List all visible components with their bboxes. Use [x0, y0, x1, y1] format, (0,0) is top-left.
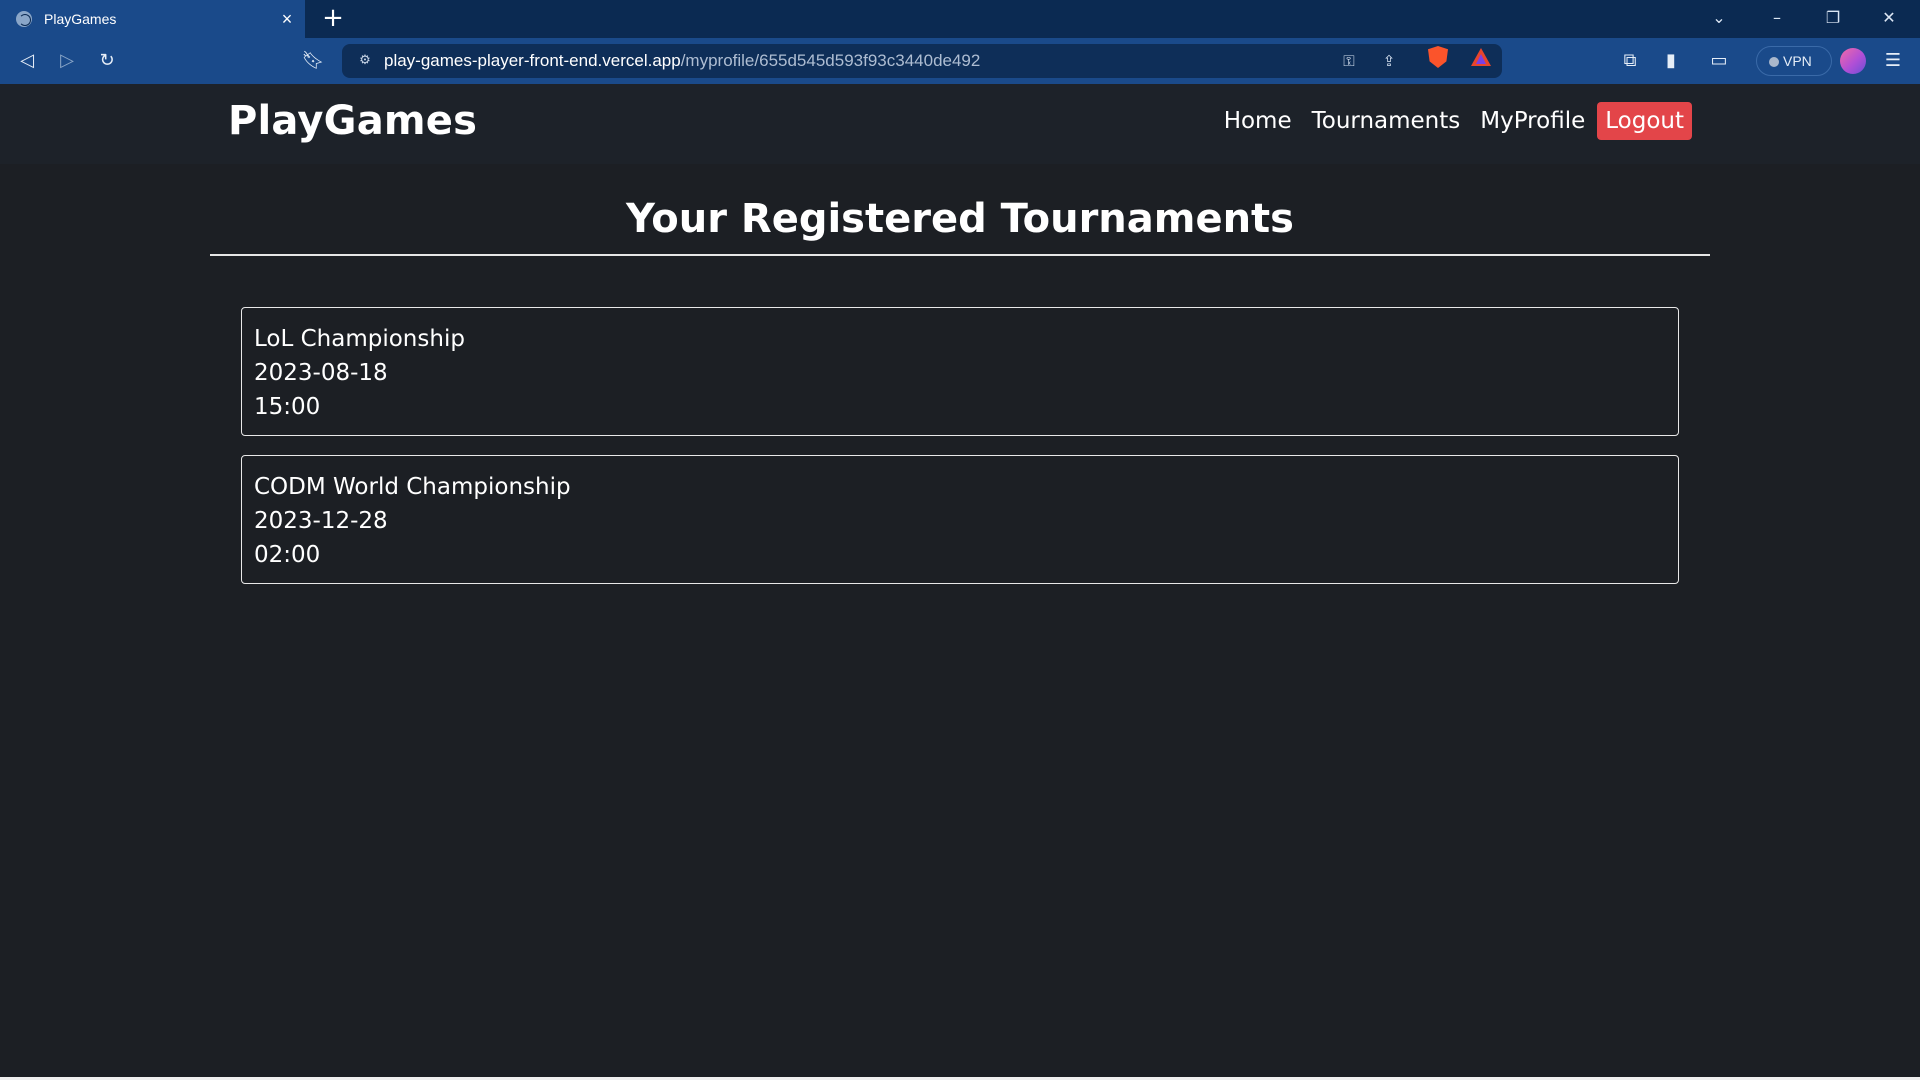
brand-logo[interactable]: PlayGames [228, 98, 477, 144]
menu-icon[interactable]: ☰ [1880, 48, 1906, 74]
tournament-date: 2023-12-28 [254, 508, 388, 534]
url-path: /myprofile/655d545d593f93c3440de492 [680, 51, 981, 70]
wallet-icon[interactable]: ▭ [1706, 48, 1732, 74]
vpn-label: VPN [1783, 53, 1812, 69]
forward-icon[interactable]: ▷ [54, 48, 80, 74]
tournament-name: LoL Championship [254, 326, 465, 352]
reload-icon[interactable]: ↻ [94, 48, 120, 74]
tournament-time: 15:00 [254, 394, 321, 420]
browser-tab-strip: PlayGames × + ⌄ – ❐ ✕ [0, 0, 1920, 38]
minimize-icon[interactable]: – [1762, 5, 1792, 31]
tab-title: PlayGames [44, 11, 117, 27]
url-text[interactable]: play-games-player-front-end.vercel.app/m… [384, 44, 980, 78]
vpn-button[interactable]: VPN [1756, 46, 1832, 76]
site-header: PlayGames Home Tournaments MyProfile Log… [0, 84, 1920, 164]
globe-icon [16, 11, 32, 27]
browser-toolbar: ◁ ▷ ↻ 🔖︎ ⚙ play-games-player-front-end.v… [0, 38, 1920, 84]
tournament-name: CODM World Championship [254, 474, 571, 500]
key-icon[interactable]: ⚿ [1337, 49, 1361, 73]
new-tab-button[interactable]: + [320, 5, 346, 31]
address-bar[interactable]: ⚙ play-games-player-front-end.vercel.app… [342, 44, 1502, 78]
back-icon[interactable]: ◁ [14, 48, 40, 74]
bookmark-icon[interactable]: 🔖︎ [300, 48, 326, 74]
site-info-icon[interactable]: ⚙ [356, 52, 374, 70]
close-tab-icon[interactable]: × [277, 9, 297, 29]
close-window-icon[interactable]: ✕ [1874, 5, 1904, 31]
vpn-status-icon [1769, 57, 1779, 67]
page-title: Your Registered Tournaments [626, 196, 1294, 242]
tournament-time: 02:00 [254, 542, 321, 568]
brave-rewards-icon[interactable] [1470, 47, 1492, 67]
url-host: play-games-player-front-end.vercel.app [384, 51, 681, 70]
restore-icon[interactable]: ❐ [1818, 5, 1848, 31]
main-nav: Home Tournaments MyProfile Logout [1204, 102, 1692, 140]
tournament-date: 2023-08-18 [254, 360, 388, 386]
sidebar-icon[interactable]: ▮ [1658, 48, 1684, 74]
nav-home-link[interactable]: Home [1224, 108, 1292, 134]
tournament-card[interactable]: LoL Championship 2023-08-18 15:00 [241, 307, 1679, 436]
title-divider [210, 254, 1710, 256]
extensions-icon[interactable]: ⧉ [1617, 48, 1643, 74]
nav-myprofile-link[interactable]: MyProfile [1480, 108, 1585, 134]
profile-avatar[interactable] [1840, 48, 1866, 74]
logout-button[interactable]: Logout [1597, 102, 1692, 140]
tab-list-chevron-icon[interactable]: ⌄ [1704, 5, 1734, 31]
share-icon[interactable]: ⇪ [1377, 49, 1401, 73]
tournament-card[interactable]: CODM World Championship 2023-12-28 02:00 [241, 455, 1679, 584]
browser-tab[interactable]: PlayGames × [0, 0, 305, 38]
nav-tournaments-link[interactable]: Tournaments [1312, 108, 1461, 134]
